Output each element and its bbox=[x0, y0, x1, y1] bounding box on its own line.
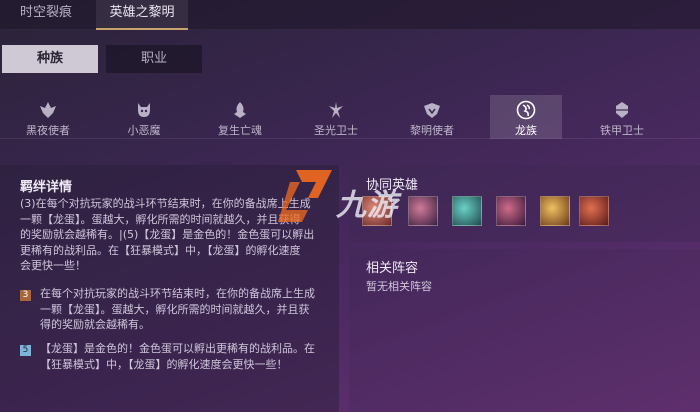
related-comps-title: 相关阵容 bbox=[366, 261, 419, 276]
tab-rift[interactable]: 时空裂痕 bbox=[0, 0, 92, 30]
race-label: 龙族 bbox=[515, 124, 537, 137]
tier-line: 【龙蛋】是金色的！金色蛋可以孵出更稀有的战利品。在 bbox=[40, 342, 315, 355]
lightbringer-icon bbox=[329, 102, 343, 118]
race-label: 小恶魔 bbox=[127, 124, 161, 137]
revenant-icon bbox=[234, 102, 246, 118]
race-label: 铁甲卫士 bbox=[600, 124, 644, 137]
race-tab-dragon[interactable]: 龙族 bbox=[490, 95, 562, 139]
summary-line: (3)在每个对抗玩家的战斗环节结束时，在你的备战席上生成 bbox=[20, 197, 311, 210]
synergy-detail-title: 羁绊详情 bbox=[20, 180, 73, 195]
tab-dawn-of-heroes[interactable]: 英雄之黎明 bbox=[96, 0, 188, 30]
hero-portrait[interactable] bbox=[496, 196, 526, 226]
ironclad-icon bbox=[616, 102, 628, 118]
tier-5-badge: 5 bbox=[20, 345, 31, 356]
summary-line: 更稀有的战利品。在【狂暴模式】中，【龙蛋】的孵化速度 bbox=[20, 243, 301, 257]
segment-race[interactable]: 种族 bbox=[2, 45, 98, 73]
race-tab-bar: 黑夜使者 小恶魔 复生亡魂 圣光卫士 黎明使者 龙族 铁甲卫士 bbox=[0, 95, 700, 139]
tier-3-badge: 3 bbox=[20, 290, 31, 301]
tier-3-text: 在每个对抗玩家的战斗环节结束时，在你的备战席上生成 一颗【龙蛋】。蛋越大，孵化所… bbox=[40, 286, 315, 333]
dawnbringer-icon bbox=[424, 103, 440, 118]
night-icon bbox=[40, 102, 56, 118]
race-label: 黑夜使者 bbox=[26, 124, 70, 137]
tier-5-text: 【龙蛋】是金色的！金色蛋可以孵出更稀有的战利品。在 【狂暴模式】中，【龙蛋】的孵… bbox=[40, 341, 315, 372]
related-comps-empty: 暂无相关阵容 bbox=[366, 280, 432, 293]
tier-line: 一颗【龙蛋】。蛋越大，孵化所需的时间就越久，并且获 bbox=[40, 302, 310, 316]
jiuyou-logo-icon bbox=[278, 170, 332, 222]
summary-line: 的奖励就会越稀有。|(5)【龙蛋】是金色的！金色蛋可以孵出 bbox=[20, 228, 315, 241]
hero-portrait[interactable] bbox=[540, 196, 570, 226]
synergy-summary: (3)在每个对抗玩家的战斗环节结束时，在你的备战席上生成 一颗【龙蛋】。蛋越大，… bbox=[20, 196, 314, 274]
segment-class[interactable]: 职业 bbox=[106, 45, 202, 73]
dragon-icon bbox=[516, 100, 536, 120]
tier-line: 在每个对抗玩家的战斗环节结束时，在你的备战席上生成 bbox=[40, 287, 315, 300]
top-tab-bar: 时空裂痕 英雄之黎明 bbox=[0, 0, 700, 30]
hero-portrait[interactable] bbox=[579, 196, 609, 226]
summary-line: 会更快一些！ bbox=[20, 259, 86, 272]
tier-line: 得的奖励就会越稀有。 bbox=[40, 318, 150, 331]
race-label: 复生亡魂 bbox=[218, 124, 262, 137]
race-label: 黎明使者 bbox=[410, 124, 454, 137]
race-label: 圣光卫士 bbox=[314, 124, 358, 137]
race-tab-ironclad[interactable]: 铁甲卫士 bbox=[586, 95, 658, 139]
race-tab-dawnbringer[interactable]: 黎明使者 bbox=[396, 95, 468, 139]
tier-line: 【狂暴模式】中，【龙蛋】的孵化速度会更快一些！ bbox=[40, 357, 288, 371]
site-watermark: 九游 bbox=[278, 168, 418, 230]
race-tab-imp[interactable]: 小恶魔 bbox=[108, 95, 180, 139]
race-tab-revenant[interactable]: 复生亡魂 bbox=[204, 95, 276, 139]
watermark-text: 九游 bbox=[336, 188, 398, 223]
imp-icon bbox=[138, 103, 150, 117]
hero-portrait[interactable] bbox=[452, 196, 482, 226]
race-tab-nightbringer[interactable]: 黑夜使者 bbox=[12, 95, 84, 139]
summary-line: 一颗【龙蛋】。蛋越大，孵化所需的时间就越久，并且获得 bbox=[20, 212, 301, 226]
race-tab-lightbringer[interactable]: 圣光卫士 bbox=[300, 95, 372, 139]
